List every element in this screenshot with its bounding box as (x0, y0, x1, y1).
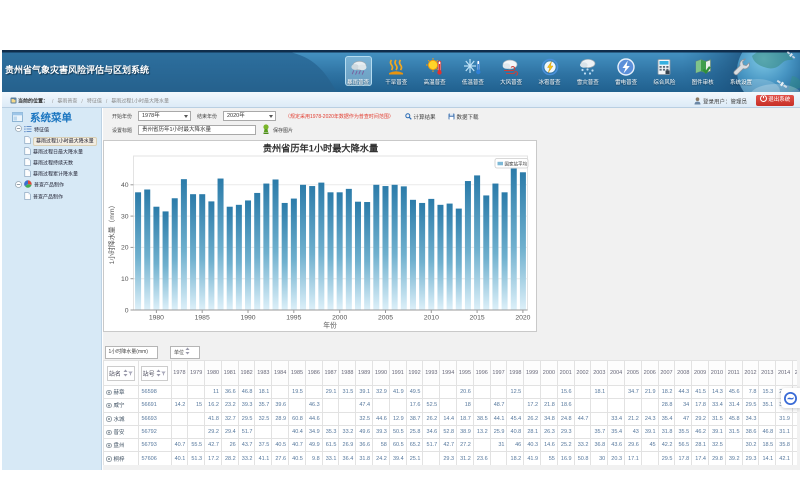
svg-text:40: 40 (121, 182, 129, 189)
svg-text:1995: 1995 (286, 315, 301, 322)
svg-text:1985: 1985 (195, 315, 210, 322)
svg-text:年份: 年份 (323, 321, 337, 330)
svg-text:2010: 2010 (424, 315, 439, 322)
svg-text:30: 30 (121, 213, 129, 220)
svg-text:2000: 2000 (332, 315, 347, 322)
svg-text:20: 20 (121, 245, 129, 252)
svg-text:国家站平均: 国家站平均 (505, 161, 528, 168)
svg-text:2015: 2015 (470, 315, 485, 322)
svg-text:0: 0 (125, 307, 129, 314)
svg-text:1990: 1990 (240, 315, 255, 322)
svg-text:2005: 2005 (378, 315, 393, 322)
svg-text:1小时降水量（mm）: 1小时降水量（mm） (107, 202, 116, 265)
svg-text:2020: 2020 (515, 315, 530, 322)
svg-text:1980: 1980 (149, 315, 164, 322)
svg-text:贵州省历年1小时最大降水量: 贵州省历年1小时最大降水量 (263, 143, 378, 154)
svg-text:10: 10 (121, 276, 129, 283)
